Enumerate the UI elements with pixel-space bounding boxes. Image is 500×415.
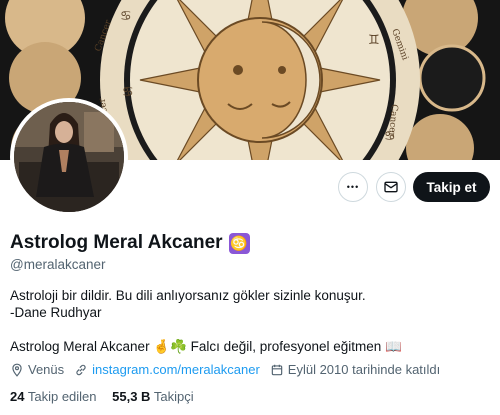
cancer-zodiac-icon: ♋ [228,232,250,254]
more-options-button[interactable]: ••• [338,172,368,202]
location-pin-icon [12,363,22,377]
svg-text:♋: ♋ [384,129,396,144]
bio-line: Astroloji bir dildir. Bu dili anlıyorsan… [10,288,366,303]
bio-line: Astrolog Meral Akcaner 🤞☘️ Falcı değil, … [10,339,402,354]
profile-meta: Venüs instagram.com/meralakcaner Eylül 2… [10,362,450,377]
message-button[interactable] [376,172,406,202]
location-item: Venüs [10,362,64,377]
link-icon [76,364,86,375]
location-text: Venüs [28,362,65,377]
envelope-icon [384,181,398,193]
more-icon: ••• [346,182,360,192]
following-label: Takip edilen [27,389,97,404]
following-count: 24 [10,389,25,404]
display-name: Astrolog Meral Akcaner [10,232,223,253]
followers-count: 55,3 B [112,389,151,404]
followers-label: Takipçi [153,389,194,404]
profile-handle: @meralakcaner [10,257,106,272]
calendar-icon [271,364,283,375]
follow-button[interactable]: Takip et [413,172,490,202]
following-link[interactable]: 24 Takip edilen [10,389,100,404]
profile-photo-image [14,102,124,212]
profile-stats: 24 Takip edilen 55,3 B Takipçi [10,389,206,404]
joined-item: Eylül 2010 tarihinde katıldı [270,362,440,377]
bio-line: -Dane Rudhyar [10,305,102,320]
followers-link[interactable]: 55,3 B Takipçi [112,389,193,404]
website-item[interactable]: instagram.com/meralakcaner [74,362,260,377]
profile-name-row: Astrolog Meral Akcaner ♋ [10,232,250,254]
svg-text:♊: ♊ [368,33,380,48]
joined-text: Eylül 2010 tarihinde katıldı [287,362,441,377]
website-link[interactable]: instagram.com/meralakcaner [92,362,260,377]
svg-text:♋: ♋ [120,9,132,24]
profile-bio: Astroloji bir dildir. Bu dili anlıyorsan… [10,287,402,355]
profile-avatar[interactable] [10,98,128,216]
svg-text:♋: ♋ [122,85,134,100]
